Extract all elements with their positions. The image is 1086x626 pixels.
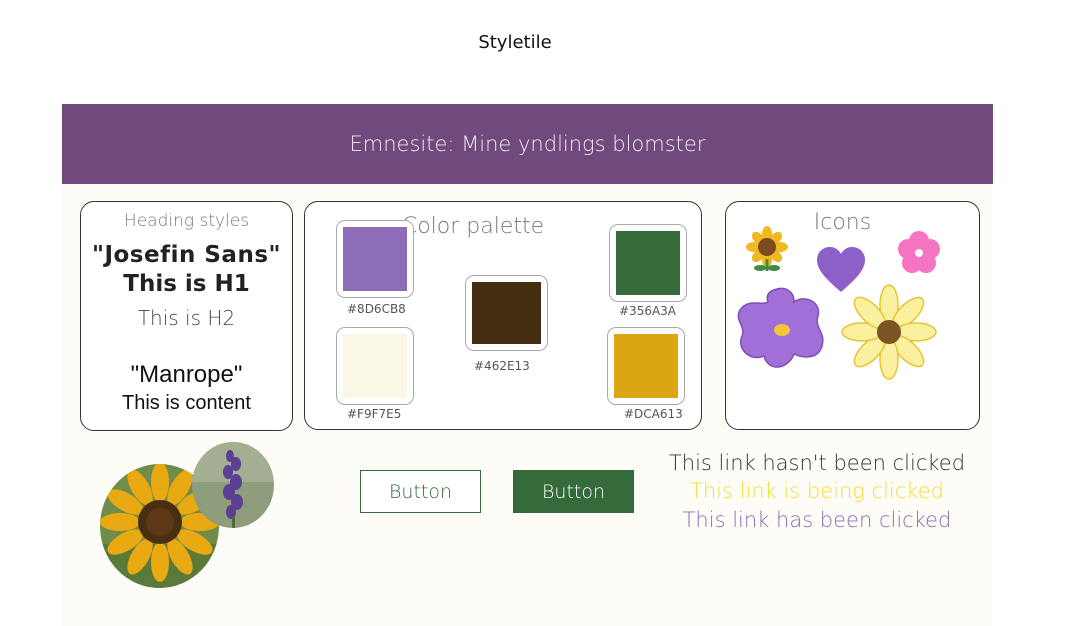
swatch-fill xyxy=(616,231,680,295)
icons-canvas xyxy=(737,226,940,380)
swatch-fill xyxy=(343,334,407,398)
swatch-fill xyxy=(472,282,541,344)
h1-sample: This is H1 xyxy=(123,271,250,297)
content-font-name: "Manrope" xyxy=(130,361,243,388)
page-title: Styletile xyxy=(478,32,552,53)
swatch-fill xyxy=(343,227,407,291)
outline-button[interactable]: Button xyxy=(360,470,481,513)
color-palette-card: Color palette #8D6CB8 #F9F7E5 #462E13 #3… xyxy=(304,201,702,430)
icons-card: Icons xyxy=(725,201,980,430)
lavender-photo xyxy=(192,442,274,528)
banner-title: Emnesite: Mine yndlings blomster xyxy=(349,132,706,156)
heart-icon xyxy=(817,247,865,292)
content-sample: This is content xyxy=(122,392,251,414)
purple-flower-icon xyxy=(737,287,824,368)
swatch-label-gold: #DCA613 xyxy=(624,407,683,421)
banner: Emnesite: Mine yndlings blomster xyxy=(62,104,993,184)
filled-button[interactable]: Button xyxy=(513,470,634,513)
swatch-gold xyxy=(607,327,685,405)
swatch-label-purple: #8D6CB8 xyxy=(347,302,406,316)
swatch-brown xyxy=(465,275,548,351)
link-unvisited[interactable]: This link hasn't been clicked xyxy=(662,451,972,475)
h2-sample: This is H2 xyxy=(137,306,236,330)
swatch-label-brown: #462E13 xyxy=(474,359,530,373)
swatch-fill xyxy=(614,334,678,398)
swatch-cream xyxy=(336,327,414,405)
heading-font-name: "Josefin Sans" xyxy=(91,242,282,268)
yellow-flower-icon xyxy=(841,284,937,380)
link-active[interactable]: This link is being clicked xyxy=(662,479,972,503)
swatch-label-cream: #F9F7E5 xyxy=(347,407,402,421)
swatch-green xyxy=(609,224,687,302)
sunflower-icon xyxy=(746,226,788,271)
styletile-board: Emnesite: Mine yndlings blomster Heading… xyxy=(62,104,993,626)
lavender-photo-art xyxy=(192,442,274,528)
swatch-purple xyxy=(336,220,414,298)
heading-styles-card: Heading styles "Josefin Sans" This is H1… xyxy=(80,201,293,431)
pink-flower-icon xyxy=(898,231,940,273)
swatch-label-green: #356A3A xyxy=(619,304,677,318)
heading-styles-title: Heading styles xyxy=(123,211,250,231)
link-visited[interactable]: This link has been clicked xyxy=(662,508,972,532)
